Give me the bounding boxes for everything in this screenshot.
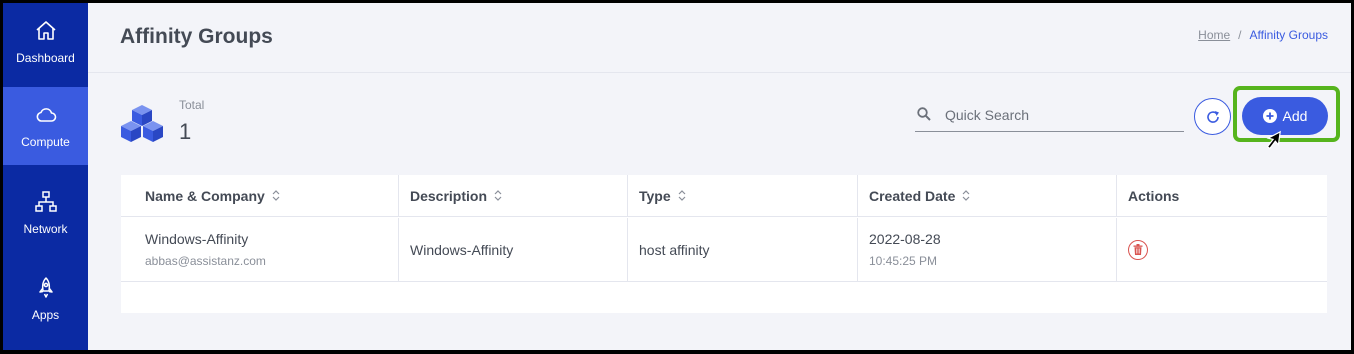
rocket-icon	[38, 277, 53, 298]
column-header-label: Actions	[1128, 187, 1180, 204]
search-icon	[917, 107, 931, 121]
cell-name-company: Windows-Affinity abbas@assistanz.com	[121, 218, 399, 281]
sidebar-item-label: Network	[23, 222, 68, 236]
app-window: Dashboard Compute Network Apps Affinity …	[3, 3, 1351, 350]
sort-icon	[678, 190, 686, 201]
add-button-label: Add	[1282, 108, 1308, 124]
cloud-icon	[36, 108, 56, 122]
column-header-actions: Actions	[1117, 175, 1327, 216]
search-input[interactable]	[945, 103, 1175, 127]
column-header-label: Description	[410, 187, 488, 204]
quick-search	[915, 101, 1184, 132]
sidebar-item-compute[interactable]: Compute	[3, 87, 88, 165]
breadcrumb-current: Affinity Groups	[1249, 28, 1328, 42]
sidebar: Dashboard Compute Network Apps	[3, 3, 88, 350]
column-header-created-date[interactable]: Created Date	[858, 175, 1117, 216]
row-time: 10:45:25 PM	[869, 254, 938, 268]
row-description: Windows-Affinity	[410, 241, 514, 258]
total-label: Total	[179, 98, 205, 112]
cell-actions	[1117, 218, 1327, 281]
cell-description: Windows-Affinity	[399, 218, 628, 281]
sidebar-item-label: Dashboard	[16, 51, 75, 65]
cubes-icon	[121, 105, 163, 142]
sidebar-item-network[interactable]: Network	[3, 174, 88, 252]
table-header-row: Name & Company Description Type Created …	[121, 175, 1327, 217]
sort-icon	[494, 190, 502, 201]
breadcrumb-separator: /	[1238, 28, 1242, 42]
sidebar-item-dashboard[interactable]: Dashboard	[3, 3, 88, 81]
trash-icon	[1133, 244, 1143, 255]
row-type: host affinity	[639, 241, 710, 258]
cell-type: host affinity	[628, 218, 858, 281]
sort-icon	[272, 190, 280, 201]
column-header-label: Created Date	[869, 187, 956, 204]
add-button[interactable]: Add	[1242, 97, 1328, 135]
column-header-label: Name & Company	[145, 187, 265, 204]
column-header-name-company[interactable]: Name & Company	[121, 175, 399, 216]
total-count: 1	[179, 119, 192, 144]
network-icon	[34, 191, 57, 212]
column-header-type[interactable]: Type	[628, 175, 858, 216]
row-company: abbas@assistanz.com	[145, 254, 266, 268]
refresh-button[interactable]	[1194, 98, 1231, 135]
breadcrumb: Home / Affinity Groups	[1198, 28, 1328, 42]
page-title: Affinity Groups	[120, 25, 273, 48]
sidebar-item-label: Compute	[21, 135, 70, 149]
column-header-description[interactable]: Description	[399, 175, 628, 216]
sidebar-item-apps[interactable]: Apps	[3, 260, 88, 338]
sort-icon	[962, 190, 970, 201]
plus-circle-icon	[1262, 109, 1277, 123]
home-icon	[35, 21, 56, 40]
row-name: Windows-Affinity	[145, 231, 249, 247]
affinity-groups-table: Name & Company Description Type Created …	[121, 175, 1327, 313]
refresh-icon	[1206, 110, 1219, 123]
delete-button[interactable]	[1128, 239, 1148, 260]
sidebar-item-label: Apps	[31, 308, 60, 322]
page-header: Affinity Groups Home / Affinity Groups	[88, 3, 1351, 73]
breadcrumb-home-link[interactable]: Home	[1198, 28, 1230, 42]
mouse-pointer-icon	[1266, 130, 1281, 150]
table-row[interactable]: Windows-Affinity abbas@assistanz.com Win…	[121, 218, 1327, 282]
column-header-label: Type	[639, 187, 671, 204]
cell-created-date: 2022-08-28 10:45:25 PM	[858, 218, 1117, 281]
row-date: 2022-08-28	[869, 231, 941, 247]
